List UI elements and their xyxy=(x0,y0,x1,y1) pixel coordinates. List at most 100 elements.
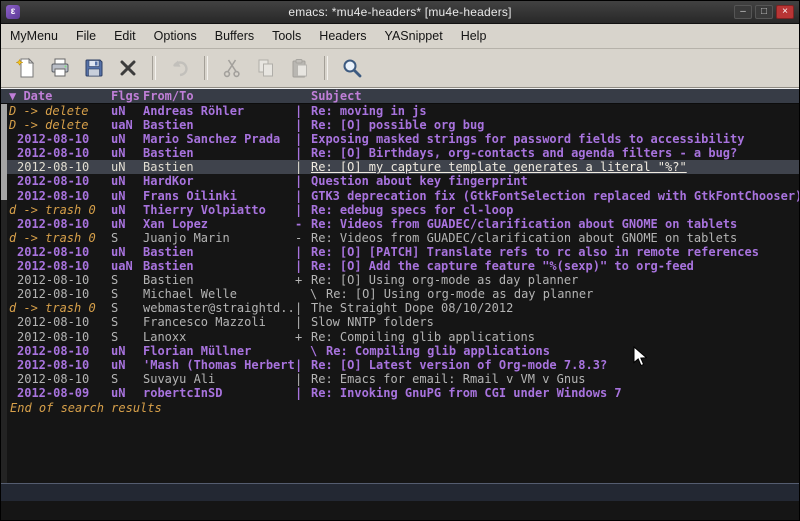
new-file-button[interactable] xyxy=(11,54,41,82)
message-date: 2012-08-10 xyxy=(7,146,111,160)
message-row[interactable]: 2012-08-10SSuvayu Ali|Re: Emacs for emai… xyxy=(7,372,799,386)
message-flags: S xyxy=(111,301,143,315)
message-row[interactable]: 2012-08-10uNFrans Oilinki|GTK3 deprecati… xyxy=(7,189,799,203)
save-button[interactable] xyxy=(79,54,109,82)
emacs-frame: ▼ DateFlgsFrom/To Subject D -> deleteuNAn… xyxy=(1,88,799,520)
message-date: D -> delete xyxy=(7,118,111,132)
message-row[interactable]: 2012-08-10SLanoxx+Re: Compiling glib app… xyxy=(7,330,799,344)
message-from: Bastien xyxy=(143,245,295,259)
message-from: Bastien xyxy=(143,259,295,273)
message-date: 2012-08-10 xyxy=(7,372,111,386)
message-row[interactable]: 2012-08-10SFrancesco Mazzoli|Slow NNTP f… xyxy=(7,315,799,329)
menu-item[interactable]: YASnippet xyxy=(376,24,452,48)
menu-item[interactable]: Tools xyxy=(263,24,310,48)
message-row[interactable]: d -> trash 0uNThierry Volpiatto|Re: edeb… xyxy=(7,203,799,217)
message-subject: GTK3 deprecation fix (GtkFontSelection r… xyxy=(311,189,799,203)
message-flags: uN xyxy=(111,217,143,231)
scrollbar[interactable] xyxy=(1,104,7,483)
thread-indicator: | xyxy=(295,160,311,174)
message-date: d -> trash 0 xyxy=(7,231,111,245)
thread-indicator: \ xyxy=(310,287,326,301)
message-flags: S xyxy=(111,372,143,386)
message-row[interactable]: 2012-08-10uNXan Lopez-Re: Videos from GU… xyxy=(7,217,799,231)
thread-indicator: + xyxy=(295,273,311,287)
menu-item[interactable]: Options xyxy=(145,24,206,48)
close-button[interactable]: × xyxy=(776,5,794,19)
window-controls: – □ × xyxy=(734,5,799,19)
message-from: Thierry Volpiatto xyxy=(143,203,295,217)
paste-button[interactable] xyxy=(285,54,315,82)
column-header-subject[interactable]: Subject xyxy=(311,89,799,103)
close-buffer-button[interactable] xyxy=(113,54,143,82)
menu-item[interactable]: Edit xyxy=(105,24,145,48)
message-date: d -> trash 0 xyxy=(7,301,111,315)
print-button[interactable] xyxy=(45,54,75,82)
message-row[interactable]: 2012-08-10uNHardKor|Question about key f… xyxy=(7,174,799,188)
message-date: 2012-08-10 xyxy=(7,217,111,231)
message-from: Bastien xyxy=(143,118,295,132)
message-row[interactable]: 2012-08-10uNBastien|Re: [O] Birthdays, o… xyxy=(7,146,799,160)
message-row[interactable]: D -> deleteuaNBastien|Re: [O] possible o… xyxy=(7,118,799,132)
message-row[interactable]: 2012-08-10uN'Mash (Thomas Herbert)|Re: [… xyxy=(7,358,799,372)
message-row[interactable]: D -> deleteuNAndreas Röhler|Re: moving i… xyxy=(7,104,799,118)
search-button[interactable] xyxy=(337,54,367,82)
message-row[interactable]: 2012-08-10uNFlorian Müllner\Re: Compilin… xyxy=(7,344,799,358)
message-row[interactable]: 2012-08-10uNMario Sanchez Prada|Exposing… xyxy=(7,132,799,146)
cut-button[interactable] xyxy=(217,54,247,82)
paste-icon xyxy=(289,57,311,79)
message-row[interactable]: 2012-08-10uNBastien|Re: [O] [PATCH] Tran… xyxy=(7,245,799,259)
message-row[interactable]: d -> trash 0SJuanjo Marin-Re: Videos fro… xyxy=(7,231,799,245)
message-row[interactable]: 2012-08-10uNBastien|Re: [O] my capture t… xyxy=(7,160,799,174)
message-row[interactable]: d -> trash 0Swebmaster@straightd...|The … xyxy=(7,301,799,315)
message-flags: uN xyxy=(111,104,143,118)
message-date: 2012-08-10 xyxy=(7,358,111,372)
thread-indicator: | xyxy=(295,104,311,118)
minimize-button[interactable]: – xyxy=(734,5,752,19)
message-from: Frans Oilinki xyxy=(143,189,295,203)
menu-item[interactable]: Buffers xyxy=(206,24,263,48)
message-subject: Re: moving in js xyxy=(311,104,799,118)
thread-indicator: \ xyxy=(310,344,326,358)
message-from: webmaster@straightd... xyxy=(143,301,295,315)
message-date: 2012-08-10 xyxy=(7,245,111,259)
menu-item[interactable]: MyMenu xyxy=(1,24,67,48)
message-subject: Re: Videos from GUADEC/clarification abo… xyxy=(311,231,799,245)
message-from: Bastien xyxy=(143,146,295,160)
message-subject: Re: [O] possible org bug xyxy=(311,118,799,132)
message-subject: Re: Emacs for email: Rmail v VM v Gnus xyxy=(311,372,799,386)
maximize-button[interactable]: □ xyxy=(755,5,773,19)
headers-buffer: D -> deleteuNAndreas Röhler|Re: moving i… xyxy=(1,104,799,483)
message-row[interactable]: 2012-08-09uNrobertcInSD|Re: Invoking Gnu… xyxy=(7,386,799,400)
message-subject: Re: [O] Add the capture feature "%(sexp)… xyxy=(311,259,799,273)
message-subject: Re: Videos from GUADEC/clarification abo… xyxy=(311,217,799,231)
message-flags: uN xyxy=(111,245,143,259)
message-row[interactable]: 2012-08-10SMichael Welle\Re: [O] Using o… xyxy=(7,287,799,301)
undo-button[interactable] xyxy=(165,54,195,82)
message-flags: uN xyxy=(111,160,143,174)
message-date: 2012-08-10 xyxy=(7,287,111,301)
mode-line: *mu4e-headers* ( 5, 0) [All/2.0k] [mu4e-… xyxy=(1,483,799,501)
message-flags: uN xyxy=(111,189,143,203)
message-subject: Re: [O] Birthdays, org-contacts and agen… xyxy=(311,146,799,160)
save-icon xyxy=(83,57,105,79)
new-file-icon xyxy=(15,57,37,79)
column-header-from[interactable]: From/To xyxy=(143,89,295,103)
titlebar[interactable]: ε emacs: *mu4e-headers* [mu4e-headers] –… xyxy=(1,1,799,24)
message-from: Bastien xyxy=(143,273,295,287)
column-header-flags[interactable]: Flgs xyxy=(111,89,143,103)
message-row[interactable]: 2012-08-10uaNBastien|Re: [O] Add the cap… xyxy=(7,259,799,273)
menu-item[interactable]: Headers xyxy=(310,24,375,48)
menu-item[interactable]: Help xyxy=(452,24,496,48)
message-from: robertcInSD xyxy=(143,386,295,400)
menu-item[interactable]: File xyxy=(67,24,105,48)
message-row[interactable]: 2012-08-10SBastien+Re: [O] Using org-mod… xyxy=(7,273,799,287)
message-list: D -> deleteuNAndreas Röhler|Re: moving i… xyxy=(7,104,799,483)
thread-indicator: | xyxy=(295,372,311,386)
message-flags: uN xyxy=(111,174,143,188)
echo-area[interactable] xyxy=(1,501,799,520)
toolbar-separator xyxy=(324,56,328,80)
copy-button[interactable] xyxy=(251,54,281,82)
scrollbar-thumb[interactable] xyxy=(1,104,7,200)
column-header-date[interactable]: ▼ Date xyxy=(7,89,111,103)
thread-indicator: + xyxy=(295,330,311,344)
